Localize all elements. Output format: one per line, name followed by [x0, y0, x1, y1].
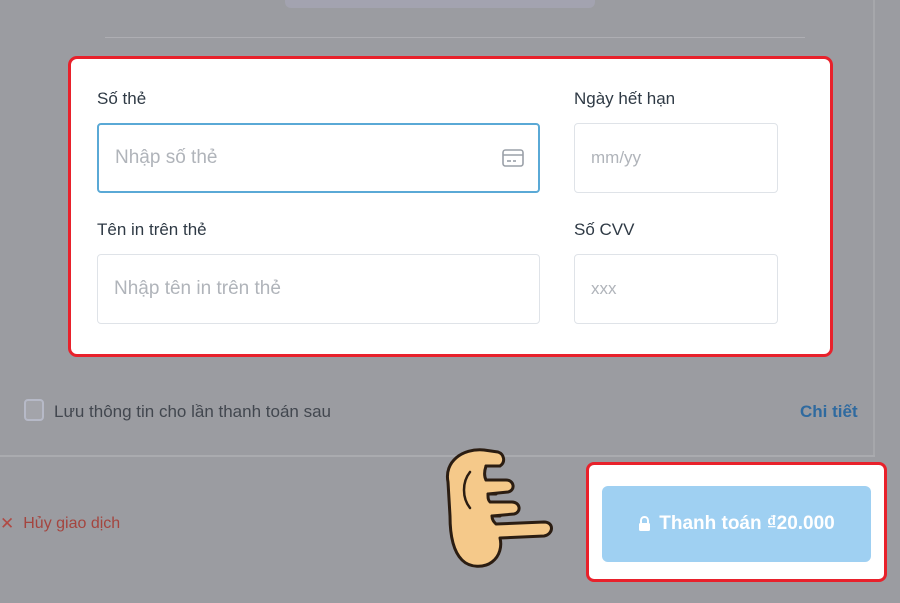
- card-number-input[interactable]: [113, 146, 538, 170]
- cvv-label: Số CVV: [574, 220, 635, 239]
- credit-card-icon: [502, 149, 524, 167]
- expiry-label: Ngày hết hạn: [574, 89, 676, 108]
- cardholder-input[interactable]: [112, 277, 539, 301]
- cardholder-label: Tên in trên thẻ: [97, 220, 207, 239]
- panel-edge-right: [873, 0, 875, 457]
- save-info-label: Lưu thông tin cho lần thanh toán sau: [54, 402, 331, 421]
- pay-button[interactable]: Thanh toán ₫20.000: [602, 486, 871, 562]
- cancel-label: Hủy giao dịch: [23, 515, 121, 532]
- close-icon: ✕: [0, 514, 15, 533]
- save-info-checkbox[interactable]: [24, 399, 44, 421]
- expiry-field[interactable]: [574, 123, 778, 193]
- cvv-field[interactable]: [574, 254, 778, 324]
- card-number-label: Số thẻ: [97, 89, 147, 108]
- panel-edge-bottom: [0, 455, 875, 457]
- card-number-field[interactable]: [97, 123, 540, 193]
- cvv-input[interactable]: [589, 278, 777, 300]
- pay-button-label: Thanh toán ₫20.000: [659, 513, 835, 534]
- cancel-transaction-link[interactable]: ✕ Hủy giao dịch: [0, 514, 120, 534]
- card-details-form: Số thẻ Ngày hết hạn Tên in trên thẻ Số C…: [68, 56, 833, 357]
- cardholder-field[interactable]: [97, 254, 540, 324]
- details-link[interactable]: Chi tiết: [800, 402, 858, 422]
- lock-icon: [639, 516, 651, 531]
- divider: [105, 37, 805, 38]
- pointing-hand-icon: [445, 448, 553, 568]
- expiry-input[interactable]: [589, 147, 777, 169]
- top-tab-edge: [285, 0, 595, 8]
